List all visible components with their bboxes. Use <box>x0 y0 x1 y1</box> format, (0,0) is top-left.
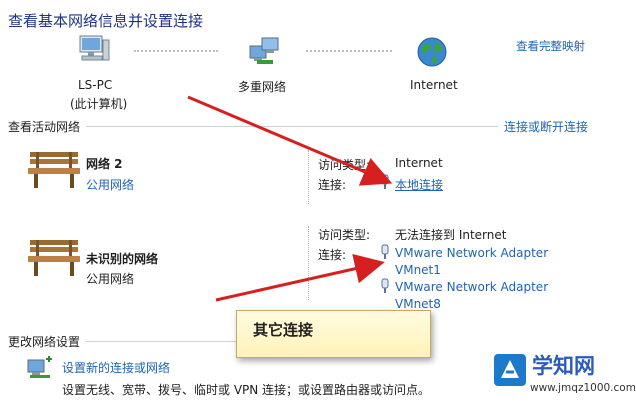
watermark-brand: 学知网 <box>532 354 595 378</box>
watermark-logo-icon <box>492 352 528 392</box>
arrow-to-local-connection <box>187 95 393 186</box>
callout-text: 其它连接 <box>253 321 314 339</box>
callout-box: 其它连接 <box>236 310 431 358</box>
arrow-to-other-connections <box>215 253 385 302</box>
watermark-url: www.jmqz1000.com <box>530 382 636 394</box>
